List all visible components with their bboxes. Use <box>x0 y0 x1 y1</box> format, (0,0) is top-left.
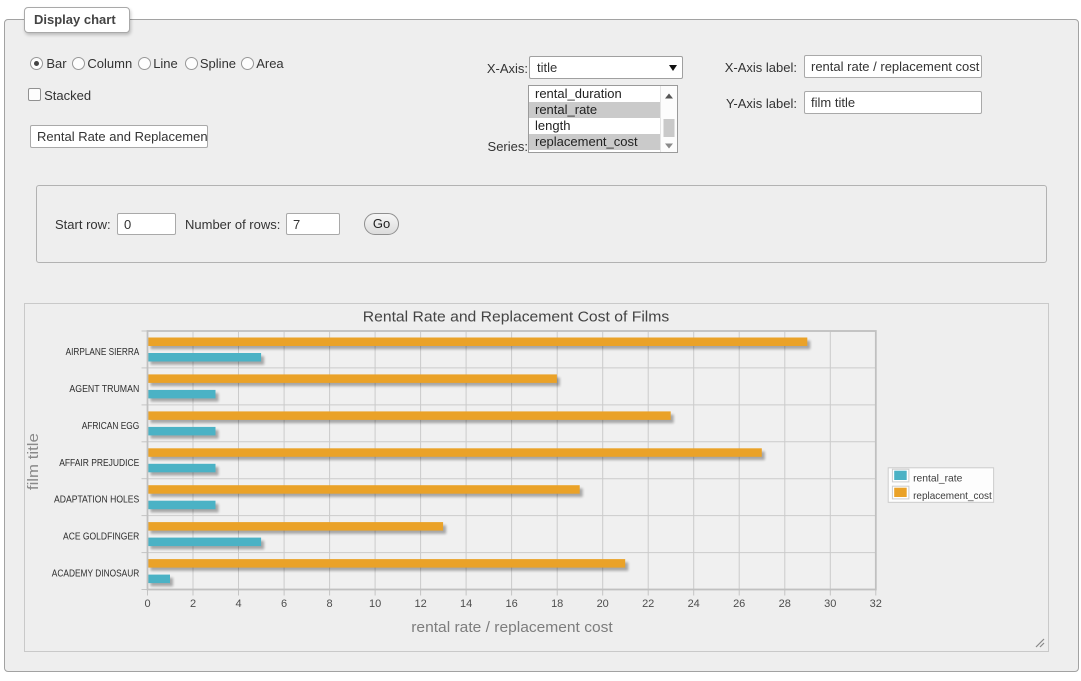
svg-text:film title: film title <box>26 433 42 490</box>
svg-text:2: 2 <box>190 598 196 610</box>
svg-text:AFRICAN EGG: AFRICAN EGG <box>82 421 140 432</box>
svg-text:AGENT TRUMAN: AGENT TRUMAN <box>69 384 139 395</box>
svg-text:6: 6 <box>281 598 287 610</box>
svg-text:rental_rate: rental_rate <box>913 473 962 485</box>
svg-text:12: 12 <box>414 598 426 610</box>
svg-text:AFFAIR PREJUDICE: AFFAIR PREJUDICE <box>59 458 139 469</box>
svg-text:30: 30 <box>824 598 836 610</box>
svg-text:14: 14 <box>460 598 472 610</box>
svg-text:replacement_cost: replacement_cost <box>913 490 992 502</box>
svg-text:22: 22 <box>642 598 654 610</box>
svg-text:32: 32 <box>870 598 882 610</box>
svg-text:18: 18 <box>551 598 563 610</box>
svg-text:4: 4 <box>235 598 241 610</box>
svg-text:28: 28 <box>779 598 791 610</box>
svg-text:AIRPLANE SIERRA: AIRPLANE SIERRA <box>66 347 140 358</box>
svg-text:8: 8 <box>327 598 333 610</box>
svg-text:10: 10 <box>369 598 381 610</box>
svg-text:ACE GOLDFINGER: ACE GOLDFINGER <box>63 532 139 543</box>
svg-text:Rental Rate and Replacement Co: Rental Rate and Replacement Cost of Film… <box>363 309 670 326</box>
svg-text:24: 24 <box>688 598 700 610</box>
svg-text:rental rate / replacement cost: rental rate / replacement cost <box>411 620 613 636</box>
svg-text:20: 20 <box>597 598 609 610</box>
svg-text:ACADEMY DINOSAUR: ACADEMY DINOSAUR <box>52 569 140 580</box>
svg-text:0: 0 <box>144 598 150 610</box>
svg-text:26: 26 <box>733 598 745 610</box>
svg-text:ADAPTATION HOLES: ADAPTATION HOLES <box>54 495 139 506</box>
svg-text:16: 16 <box>505 598 517 610</box>
